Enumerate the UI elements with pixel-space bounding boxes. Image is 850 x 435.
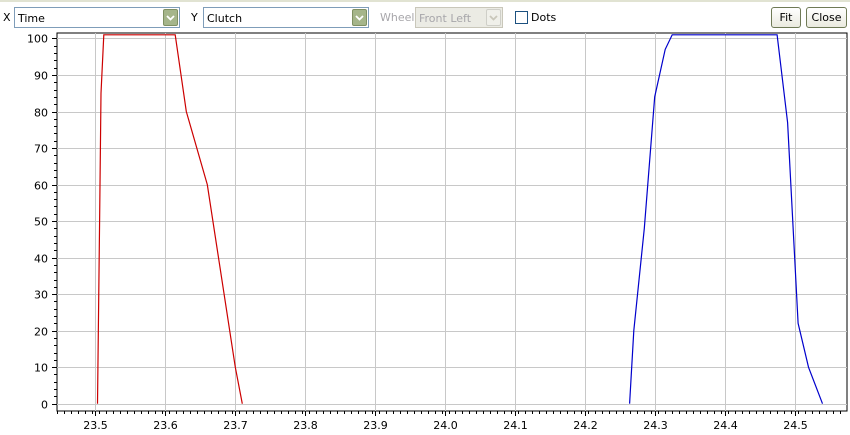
clutch-plot[interactable]: 23.5 23.6 23.7 23.8 23.9 24.0 24.1 24.2 24.3 24.4… [0,0,850,435]
x-tick-label: 24.2 [573,419,598,432]
y-tick-label: 80 [34,107,48,120]
x-tick-label: 24.0 [433,419,458,432]
x-tick-label: 24.3 [643,419,668,432]
x-tick-label: 24.1 [503,419,528,432]
y-tick-label: 70 [34,143,48,156]
x-tick-label: 23.9 [363,419,388,432]
x-tick-label: 24.5 [783,419,808,432]
x-tick-label: 23.7 [223,419,248,432]
y-tick-label: 10 [34,362,48,375]
y-tick-label: 60 [34,180,48,193]
y-tick-label: 90 [34,70,48,83]
x-tick-label: 23.8 [293,419,318,432]
x-tick-label: 23.6 [153,419,178,432]
y-tick-label: 50 [34,216,48,229]
y-tick-label: 100 [27,33,48,46]
y-tick-label: 30 [34,289,48,302]
x-tick-label: 23.5 [83,419,108,432]
y-tick-label: 40 [34,253,48,266]
y-tick-label: 0 [41,399,48,412]
y-tick-label: 20 [34,326,48,339]
x-tick-label: 24.4 [713,419,738,432]
